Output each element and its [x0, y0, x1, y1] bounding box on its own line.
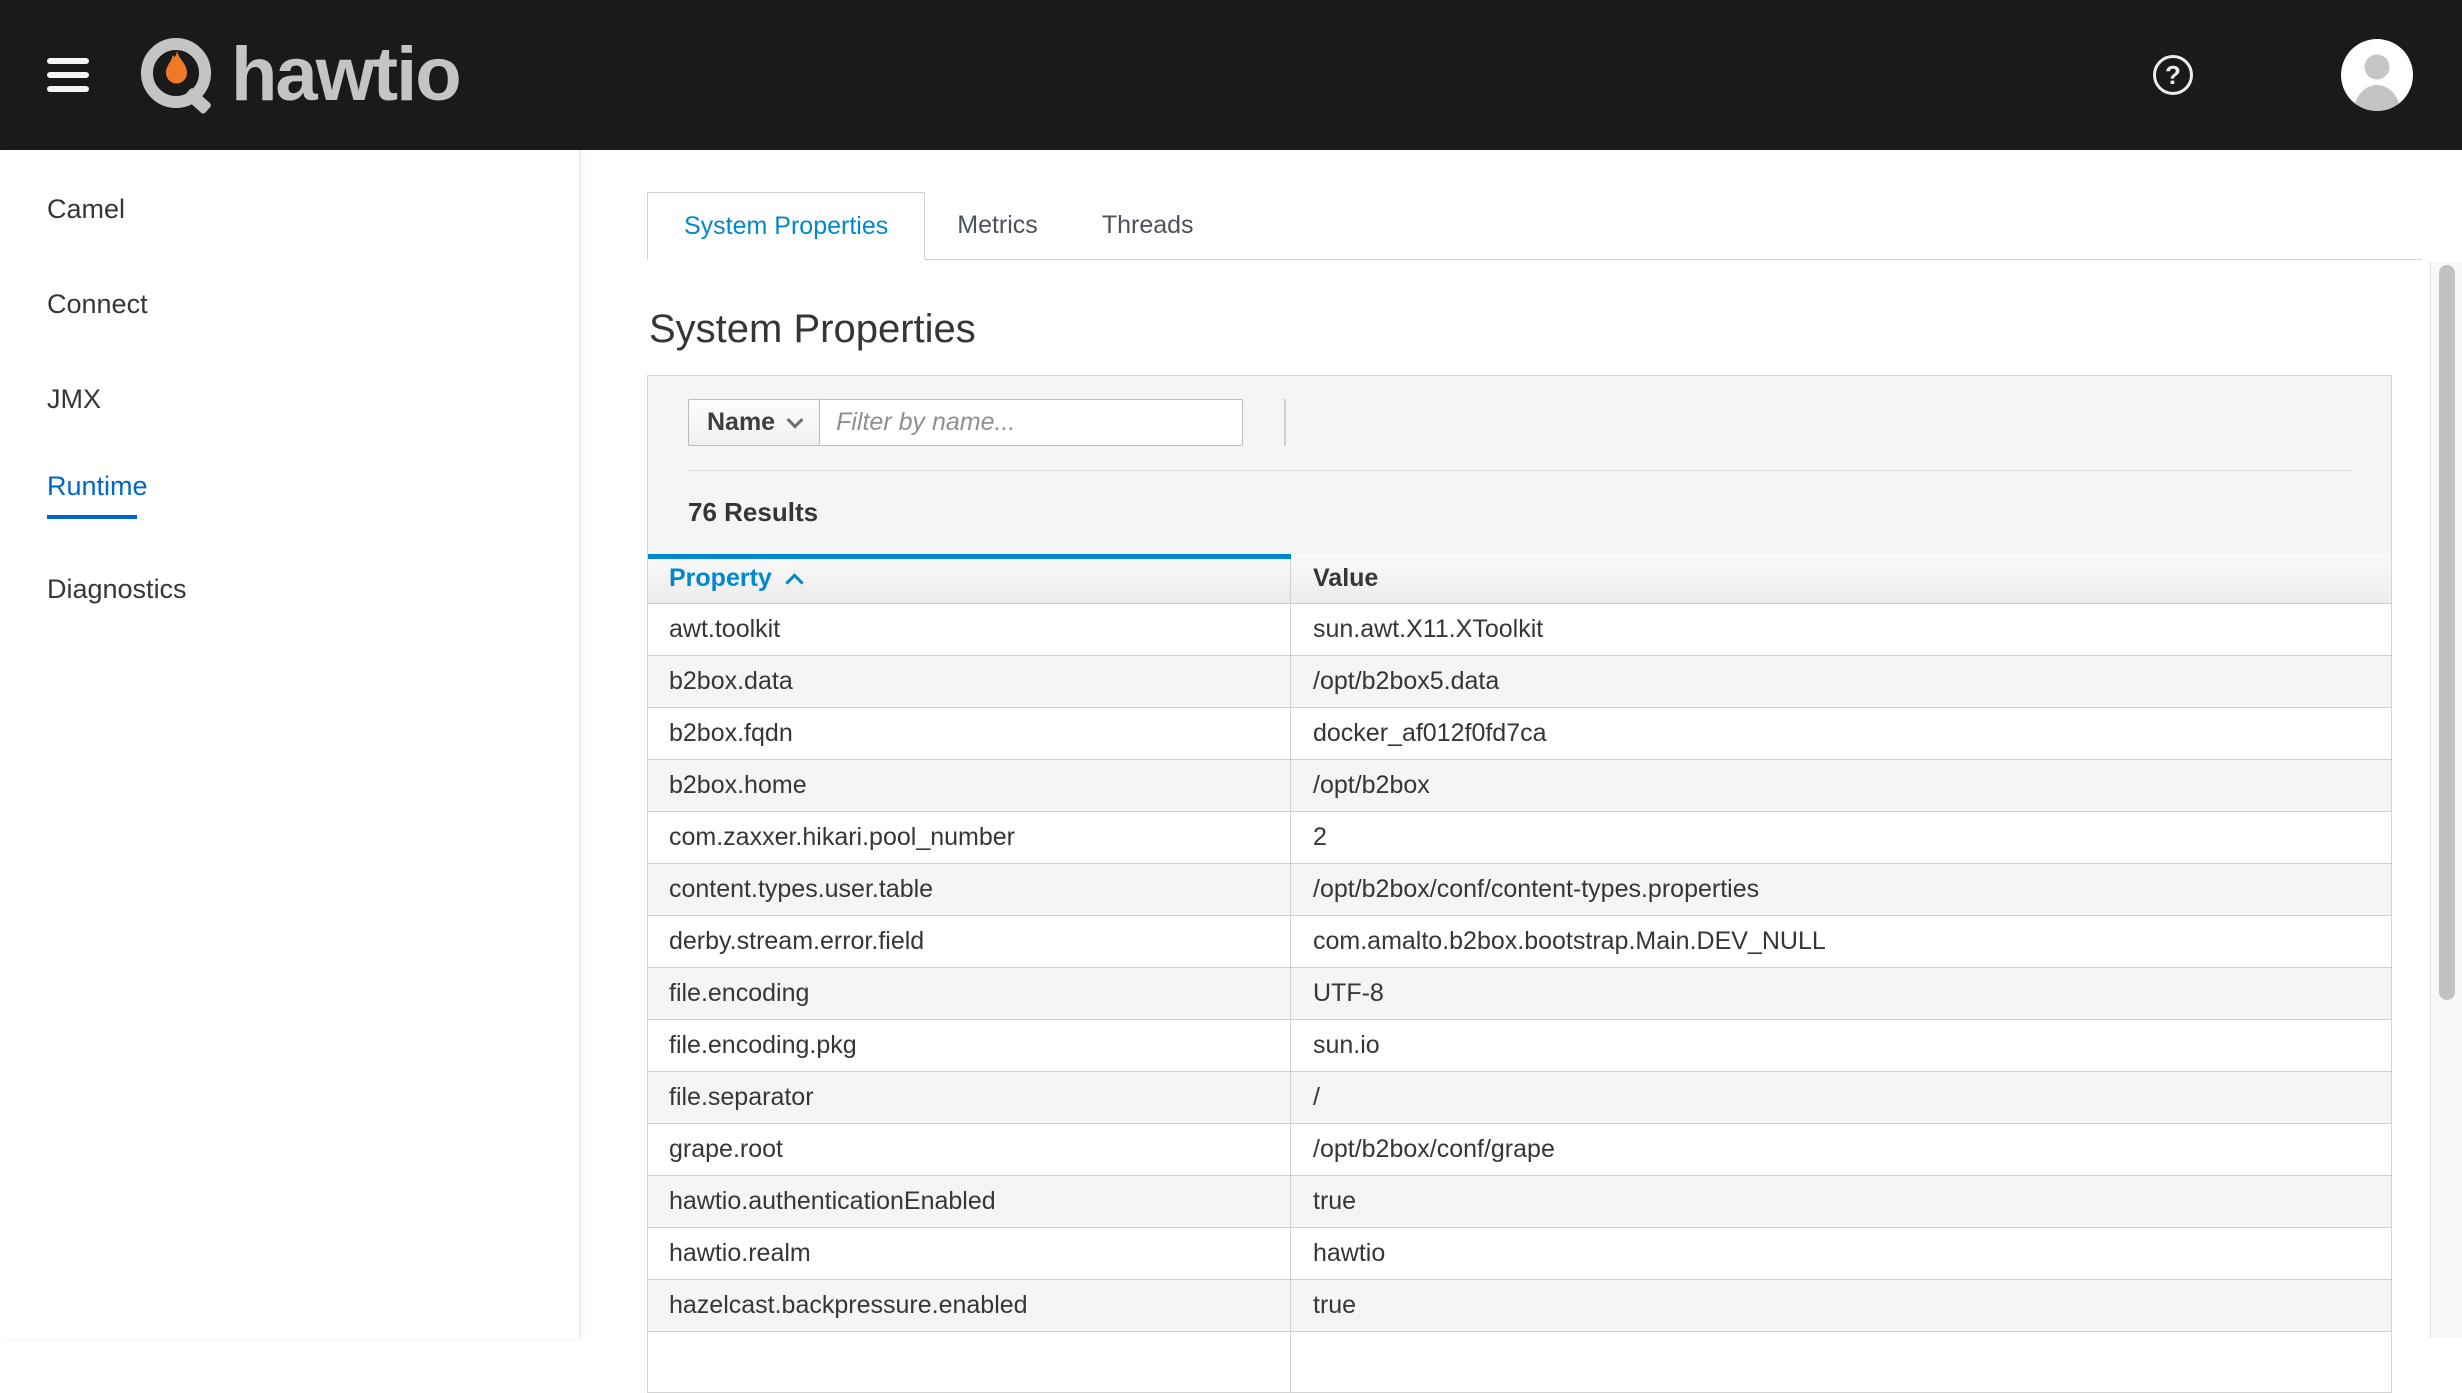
- sidebar-item-connect[interactable]: Connect: [0, 257, 579, 352]
- sidebar-item-label: Diagnostics: [47, 574, 579, 605]
- filter-input[interactable]: [820, 399, 1243, 446]
- value-cell: true: [1291, 1176, 2391, 1227]
- results-row: 76 Results: [688, 471, 2351, 554]
- results-count: 76 Results: [688, 497, 818, 528]
- property-cell: hawtio.authenticationEnabled: [648, 1176, 1291, 1227]
- hamburger-icon: [47, 72, 89, 78]
- table-row: awt.toolkitsun.awt.X11.XToolkit: [648, 604, 2391, 656]
- table-row: [648, 1332, 2391, 1392]
- user-menu-button[interactable]: [2341, 39, 2413, 111]
- property-cell: b2box.home: [648, 760, 1291, 811]
- table-row: hawtio.realmhawtio: [648, 1228, 2391, 1280]
- page-title: System Properties: [649, 307, 2422, 352]
- active-nav-indicator: [47, 515, 137, 519]
- masthead: hawtio ?: [0, 0, 2462, 150]
- sidebar-item-runtime[interactable]: Runtime: [0, 447, 579, 542]
- value-cell: /opt/b2box5.data: [1291, 656, 2391, 707]
- table-row: b2box.home/opt/b2box: [648, 760, 2391, 812]
- value-cell: true: [1291, 1280, 2391, 1331]
- sidebar-item-jmx[interactable]: JMX: [0, 352, 579, 447]
- property-cell: file.encoding.pkg: [648, 1020, 1291, 1071]
- column-header-property[interactable]: Property: [648, 554, 1291, 603]
- property-cell: b2box.data: [648, 656, 1291, 707]
- table-row: hazelcast.backpressure.enabledtrue: [648, 1280, 2391, 1332]
- tab-metrics[interactable]: Metrics: [925, 192, 1070, 259]
- sidebar-item-label: Connect: [47, 289, 579, 320]
- value-cell: /: [1291, 1072, 2391, 1123]
- filter-attribute-dropdown[interactable]: Name: [688, 399, 820, 446]
- column-header-property-label: Property: [669, 564, 772, 593]
- value-cell: [1291, 1332, 2391, 1392]
- table-body: awt.toolkitsun.awt.X11.XToolkitb2box.dat…: [648, 604, 2391, 1392]
- property-cell: hawtio.realm: [648, 1228, 1291, 1279]
- table-row: derby.stream.error.fieldcom.amalto.b2box…: [648, 916, 2391, 968]
- sidebar-item-label: JMX: [47, 384, 579, 415]
- sort-ascending-icon: [785, 573, 803, 591]
- value-cell: docker_af012f0fd7ca: [1291, 708, 2391, 759]
- column-header-value[interactable]: Value: [1291, 554, 2391, 603]
- table-header: Property Value: [648, 554, 2391, 604]
- table-row: content.types.user.table/opt/b2box/conf/…: [648, 864, 2391, 916]
- sidebar-item-camel[interactable]: Camel: [0, 162, 579, 257]
- table-row: file.encoding.pkgsun.io: [648, 1020, 2391, 1072]
- value-cell: hawtio: [1291, 1228, 2391, 1279]
- masthead-actions: ?: [2153, 39, 2462, 111]
- property-cell: awt.toolkit: [648, 604, 1291, 655]
- table-row: b2box.data/opt/b2box5.data: [648, 656, 2391, 708]
- chevron-down-icon: [787, 411, 804, 428]
- tab-threads[interactable]: Threads: [1070, 192, 1226, 259]
- filter-attribute-label: Name: [707, 408, 775, 437]
- table-row: grape.root/opt/b2box/conf/grape: [648, 1124, 2391, 1176]
- table-row: b2box.fqdndocker_af012f0fd7ca: [648, 708, 2391, 760]
- value-cell: sun.io: [1291, 1020, 2391, 1071]
- magnifier-flame-icon: [135, 33, 219, 117]
- tab-bar: System PropertiesMetricsThreads: [647, 192, 2422, 260]
- table-row: file.encodingUTF-8: [648, 968, 2391, 1020]
- property-cell: content.types.user.table: [648, 864, 1291, 915]
- value-cell: sun.awt.X11.XToolkit: [1291, 604, 2391, 655]
- hamburger-icon: [47, 86, 89, 92]
- column-header-value-label: Value: [1313, 564, 1378, 593]
- brand-logo[interactable]: hawtio: [135, 33, 460, 117]
- sidebar-item-label: Camel: [47, 194, 579, 225]
- value-cell: /opt/b2box/conf/content-types.properties: [1291, 864, 2391, 915]
- tab-system-properties[interactable]: System Properties: [647, 192, 925, 260]
- property-cell: [648, 1332, 1291, 1392]
- property-cell: derby.stream.error.field: [648, 916, 1291, 967]
- property-cell: b2box.fqdn: [648, 708, 1291, 759]
- value-cell: UTF-8: [1291, 968, 2391, 1019]
- avatar-icon: [2341, 39, 2413, 111]
- sidebar-nav: Camel Connect JMX Runtime Diagnostics: [0, 150, 580, 1338]
- main-content: System PropertiesMetricsThreads System P…: [647, 150, 2422, 1393]
- hamburger-icon: [47, 58, 89, 64]
- vertical-scrollbar-thumb[interactable]: [2439, 265, 2455, 1000]
- value-cell: 2: [1291, 812, 2391, 863]
- sidebar-item-diagnostics[interactable]: Diagnostics: [0, 542, 579, 637]
- filter-row: Name: [688, 399, 2351, 446]
- system-properties-card: Name 76 Results Property Value awt.toolk…: [647, 375, 2392, 1393]
- hamburger-menu-button[interactable]: [47, 58, 89, 92]
- value-cell: /opt/b2box/conf/grape: [1291, 1124, 2391, 1175]
- property-cell: com.zaxxer.hikari.pool_number: [648, 812, 1291, 863]
- property-cell: hazelcast.backpressure.enabled: [648, 1280, 1291, 1331]
- table-toolbar: Name 76 Results: [648, 376, 2391, 554]
- sorted-column-indicator: [648, 554, 1291, 559]
- value-cell: /opt/b2box: [1291, 760, 2391, 811]
- table-row: com.zaxxer.hikari.pool_number2: [648, 812, 2391, 864]
- table-row: file.separator/: [648, 1072, 2391, 1124]
- table-row: hawtio.authenticationEnabledtrue: [648, 1176, 2391, 1228]
- property-cell: file.encoding: [648, 968, 1291, 1019]
- property-cell: grape.root: [648, 1124, 1291, 1175]
- vertical-scrollbar-track[interactable]: [2430, 262, 2462, 1338]
- value-cell: com.amalto.b2box.bootstrap.Main.DEV_NULL: [1291, 916, 2391, 967]
- sidebar-item-label: Runtime: [47, 471, 579, 502]
- toolbar-divider: [1284, 399, 1286, 446]
- brand-text: hawtio: [231, 37, 460, 113]
- property-cell: file.separator: [648, 1072, 1291, 1123]
- question-circle-icon: ?: [2165, 60, 2181, 91]
- help-button[interactable]: ?: [2153, 55, 2193, 95]
